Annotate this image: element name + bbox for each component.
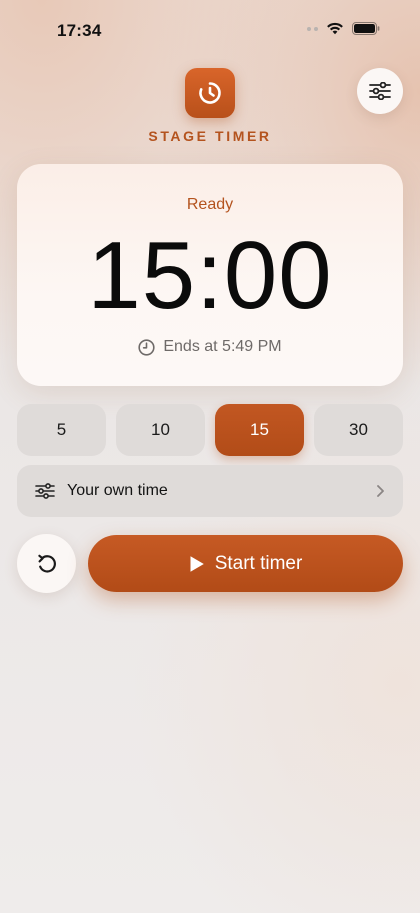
sliders-icon	[35, 483, 55, 499]
ends-at-label: Ends at 5:49 PM	[163, 338, 282, 355]
wifi-icon	[327, 22, 343, 35]
timer-ends: Ends at 5:49 PM	[17, 338, 403, 356]
sliders-icon	[369, 82, 391, 100]
battery-icon	[352, 22, 380, 35]
reset-button[interactable]	[17, 534, 76, 593]
preset-15-button[interactable]: 15	[215, 404, 304, 456]
preset-10-button[interactable]: 10	[116, 404, 205, 456]
custom-time-row[interactable]: Your own time	[17, 465, 403, 517]
timer-card: Ready 15:00 Ends at 5:49 PM	[17, 164, 403, 386]
status-icons	[307, 22, 380, 35]
play-icon	[190, 555, 204, 572]
preset-5-button[interactable]: 5	[17, 404, 106, 456]
preset-30-button[interactable]: 30	[314, 404, 403, 456]
timer-display: 15:00	[87, 222, 333, 329]
preset-group: 5 10 15 30	[17, 404, 403, 456]
reset-icon	[37, 554, 56, 573]
start-timer-label: Start timer	[214, 552, 303, 574]
app-logo	[185, 68, 235, 118]
start-timer-button[interactable]: Start timer	[88, 535, 403, 592]
signal-icon	[307, 26, 318, 31]
timer-status: Ready	[186, 196, 234, 213]
chevron-right-icon	[377, 485, 384, 497]
app-title: STAGE TIMER	[148, 128, 272, 144]
custom-time-label: Your own time	[67, 482, 168, 499]
status-bar: 17:34	[0, 0, 420, 62]
settings-button[interactable]	[357, 68, 403, 114]
status-time: 17:34	[57, 21, 102, 40]
timer-icon	[199, 82, 221, 104]
clock-icon	[138, 338, 155, 356]
